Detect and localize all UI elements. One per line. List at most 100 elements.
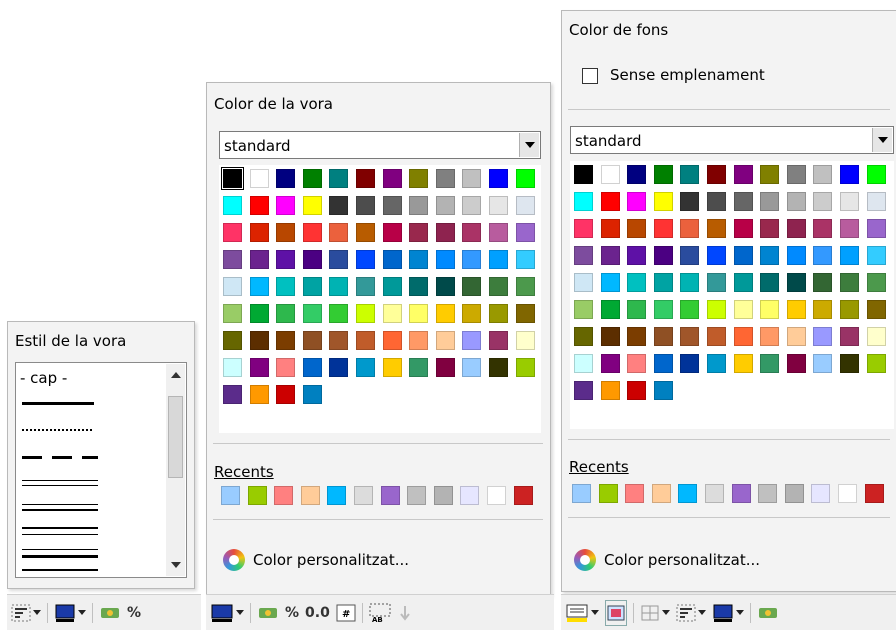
- color-swatch[interactable]: [813, 300, 833, 319]
- color-swatch[interactable]: [356, 223, 375, 242]
- color-swatch[interactable]: [840, 246, 859, 265]
- color-swatch[interactable]: [302, 385, 322, 404]
- color-swatch[interactable]: [707, 354, 726, 373]
- color-swatch[interactable]: [813, 219, 833, 238]
- color-swatch[interactable]: [760, 300, 780, 319]
- color-swatch[interactable]: [382, 196, 402, 215]
- color-swatch[interactable]: [707, 219, 726, 238]
- color-swatch[interactable]: [223, 385, 242, 404]
- currency-icon[interactable]: [257, 601, 279, 625]
- currency-icon[interactable]: [757, 601, 779, 625]
- color-swatch[interactable]: [356, 358, 375, 377]
- color-swatch[interactable]: [707, 246, 726, 265]
- color-swatch[interactable]: [600, 381, 620, 400]
- color-swatch[interactable]: [627, 300, 647, 319]
- color-swatch[interactable]: [760, 354, 780, 373]
- color-swatch[interactable]: [276, 358, 296, 377]
- color-swatch[interactable]: [680, 192, 700, 211]
- color-swatch[interactable]: [356, 277, 375, 296]
- recent-color-swatch[interactable]: [300, 486, 320, 505]
- border-style-double[interactable]: [22, 504, 98, 511]
- border-color-icon[interactable]: [54, 601, 86, 625]
- color-swatch[interactable]: [435, 196, 455, 215]
- color-swatch[interactable]: [276, 277, 296, 296]
- color-swatch[interactable]: [435, 250, 455, 269]
- color-swatch[interactable]: [302, 196, 322, 215]
- color-swatch[interactable]: [435, 304, 455, 323]
- recent-color-swatch[interactable]: [678, 484, 698, 503]
- color-swatch[interactable]: [786, 219, 806, 238]
- color-swatch[interactable]: [223, 304, 242, 323]
- recent-color-swatch[interactable]: [651, 484, 671, 503]
- color-swatch[interactable]: [409, 304, 429, 323]
- color-swatch[interactable]: [515, 169, 535, 188]
- color-swatch[interactable]: [600, 219, 620, 238]
- color-swatch[interactable]: [760, 273, 780, 292]
- color-swatch[interactable]: [786, 300, 806, 319]
- color-swatch[interactable]: [409, 196, 429, 215]
- recent-color-swatch[interactable]: [274, 486, 294, 505]
- color-swatch[interactable]: [680, 354, 700, 373]
- wrap-text-icon[interactable]: AB: [369, 601, 391, 625]
- color-swatch[interactable]: [574, 327, 593, 346]
- color-swatch[interactable]: [574, 246, 593, 265]
- recent-color-swatch[interactable]: [864, 484, 884, 503]
- color-swatch[interactable]: [382, 223, 402, 242]
- color-swatch[interactable]: [462, 304, 482, 323]
- recent-color-swatch[interactable]: [247, 486, 267, 505]
- recent-color-swatch[interactable]: [221, 486, 240, 505]
- color-swatch[interactable]: [866, 165, 886, 184]
- color-swatch[interactable]: [382, 169, 402, 188]
- color-swatch[interactable]: [574, 219, 593, 238]
- color-swatch[interactable]: [356, 196, 375, 215]
- border-style-thin-solid[interactable]: [22, 402, 94, 405]
- color-swatch[interactable]: [813, 354, 833, 373]
- color-swatch[interactable]: [600, 300, 620, 319]
- color-swatch[interactable]: [653, 300, 673, 319]
- color-swatch[interactable]: [329, 196, 349, 215]
- color-swatch[interactable]: [866, 273, 886, 292]
- color-swatch[interactable]: [627, 219, 647, 238]
- color-swatch[interactable]: [866, 219, 886, 238]
- recent-color-swatch[interactable]: [513, 486, 533, 505]
- recent-color-swatch[interactable]: [487, 486, 506, 505]
- color-swatch[interactable]: [223, 250, 242, 269]
- color-swatch[interactable]: [786, 165, 806, 184]
- chevron-down-icon[interactable]: [519, 133, 539, 157]
- highlight-icon[interactable]: [605, 599, 627, 626]
- recent-color-swatch[interactable]: [625, 484, 645, 503]
- color-swatch[interactable]: [302, 331, 322, 350]
- color-swatch[interactable]: [733, 273, 753, 292]
- recent-color-swatch[interactable]: [838, 484, 857, 503]
- color-swatch[interactable]: [302, 169, 322, 188]
- color-swatch[interactable]: [382, 358, 402, 377]
- color-swatch[interactable]: [627, 381, 647, 400]
- color-swatch[interactable]: [276, 250, 296, 269]
- color-swatch[interactable]: [786, 354, 806, 373]
- color-swatch[interactable]: [840, 273, 859, 292]
- color-swatch[interactable]: [653, 273, 673, 292]
- color-swatch[interactable]: [302, 304, 322, 323]
- color-swatch[interactable]: [680, 327, 700, 346]
- color-swatch[interactable]: [733, 219, 753, 238]
- custom-color-button[interactable]: Color personalitzat...: [574, 549, 760, 571]
- currency-icon[interactable]: [99, 601, 121, 625]
- border-style-double-medium[interactable]: [22, 527, 98, 535]
- color-swatch[interactable]: [627, 165, 647, 184]
- color-swatch[interactable]: [574, 381, 593, 400]
- recent-color-swatch[interactable]: [380, 486, 400, 505]
- border-color-icon[interactable]: [712, 601, 744, 625]
- color-swatch[interactable]: [249, 304, 269, 323]
- color-swatch[interactable]: [653, 354, 673, 373]
- color-swatch[interactable]: [462, 169, 482, 188]
- color-swatch[interactable]: [276, 169, 296, 188]
- color-swatch[interactable]: [760, 192, 780, 211]
- color-swatch[interactable]: [813, 246, 833, 265]
- border-style-dotted[interactable]: [22, 429, 92, 431]
- border-style-double-thin[interactable]: [22, 480, 98, 486]
- color-swatch[interactable]: [221, 167, 244, 190]
- color-swatch[interactable]: [382, 277, 402, 296]
- color-swatch[interactable]: [223, 358, 242, 377]
- color-swatch[interactable]: [302, 277, 322, 296]
- color-swatch[interactable]: [600, 165, 620, 184]
